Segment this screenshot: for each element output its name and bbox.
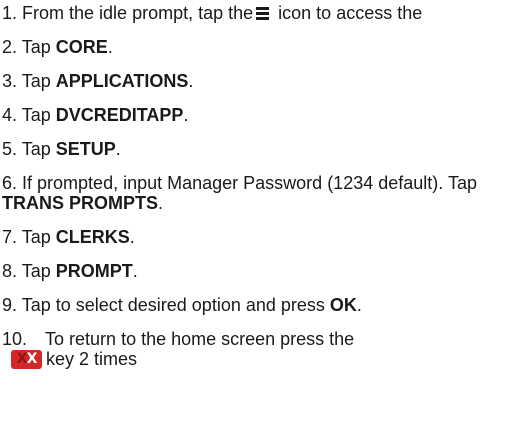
step-target: OK xyxy=(329,295,357,315)
step-number: 5. xyxy=(2,139,18,159)
step-2: 2. Tap CORE. xyxy=(2,37,507,57)
step-text: From the idle prompt, tap the xyxy=(22,3,254,23)
step-end: . xyxy=(188,71,194,91)
step-text: Tap to select desired option and press xyxy=(21,295,325,315)
step-number: 4. xyxy=(2,105,18,125)
step-target: PROMPT xyxy=(55,261,133,281)
step-10: 10. To return to the home screen press th… xyxy=(2,329,507,369)
step-6: 6. If prompted, input Manager Password (… xyxy=(2,173,507,213)
step-number: 1. xyxy=(2,3,18,23)
step-text: key 2 times xyxy=(46,349,138,369)
step-text: Tap xyxy=(21,261,51,281)
instruction-steps: 1. From the idle prompt, tap the icon to… xyxy=(0,0,507,369)
step-text: Tap xyxy=(21,71,51,91)
step-number: 9. xyxy=(2,295,18,315)
step-number: 2. xyxy=(2,37,18,57)
step-5: 5. Tap SETUP. xyxy=(2,139,507,159)
step-end: . xyxy=(132,261,138,281)
step-end: . xyxy=(158,193,164,213)
step-7: 7. Tap CLERKS. xyxy=(2,227,507,247)
cancel-key-icon: XX xyxy=(11,350,42,369)
step-target: CORE xyxy=(55,37,108,57)
step-1: 1. From the idle prompt, tap the icon to… xyxy=(2,0,507,23)
step-text: To return to the home screen press the xyxy=(45,329,355,349)
step-target: APPLICATIONS xyxy=(55,71,189,91)
cancel-key-glyph: X xyxy=(26,351,38,367)
step-end: . xyxy=(183,105,189,125)
step-end: . xyxy=(129,227,135,247)
step-target: TRANS PROMPTS xyxy=(2,193,159,213)
step-number: 8. xyxy=(2,261,18,281)
step-9: 9. Tap to select desired option and pres… xyxy=(2,295,507,315)
step-text: If prompted, input Manager Password (123… xyxy=(22,173,477,193)
step-target: DVCREDITAPP xyxy=(55,105,184,125)
step-text: Tap xyxy=(21,139,51,159)
step-3: 3. Tap APPLICATIONS. xyxy=(2,71,507,91)
step-4: 4. Tap DVCREDITAPP. xyxy=(2,105,507,125)
step-number: 7. xyxy=(2,227,18,247)
step-number: 3. xyxy=(2,71,18,91)
step-end: . xyxy=(356,295,362,315)
menu-icon xyxy=(256,7,270,20)
step-end: . xyxy=(115,139,121,159)
step-text: icon to access the xyxy=(278,3,423,23)
step-target: SETUP xyxy=(55,139,116,159)
step-target: CLERKS xyxy=(55,227,130,247)
step-end: . xyxy=(107,37,113,57)
step-text: Tap xyxy=(21,227,51,247)
step-number: 10. xyxy=(2,329,28,349)
step-text: Tap xyxy=(21,37,51,57)
step-8: 8. Tap PROMPT. xyxy=(2,261,507,281)
step-text: Tap xyxy=(21,105,51,125)
step-number: 6. xyxy=(2,173,18,193)
